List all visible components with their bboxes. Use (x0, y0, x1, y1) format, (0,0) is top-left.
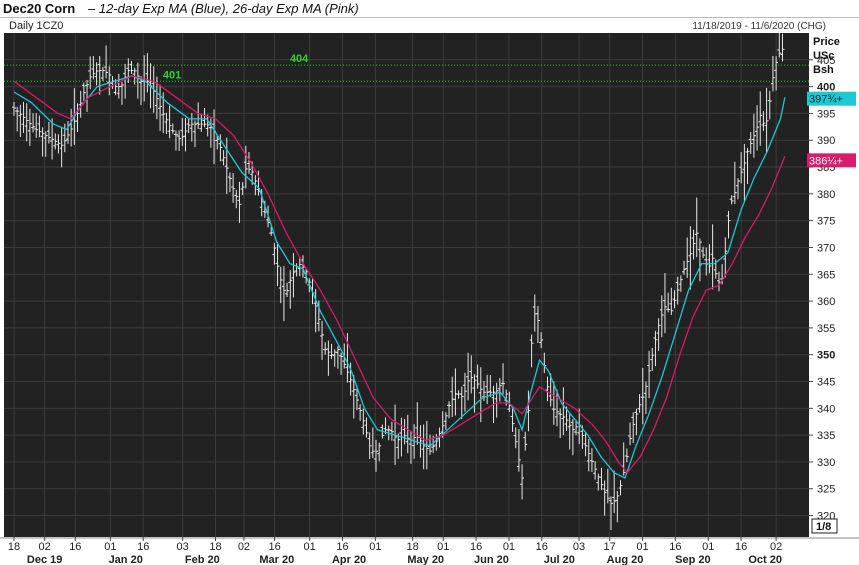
x-tick-label: 16 (536, 541, 548, 553)
price-label-3: Bsh (813, 64, 834, 76)
y-tick-label: 350 (817, 350, 835, 362)
reference-line-label: 401 (163, 69, 181, 81)
y-tick-label: 380 (817, 189, 835, 201)
x-tick-label: 18 (8, 541, 20, 553)
x-tick-label: 16 (268, 541, 280, 553)
reference-line-label: 404 (290, 53, 309, 65)
chart-title: Dec20 Corn (3, 1, 76, 16)
month-label: Jan 20 (109, 554, 143, 565)
month-label: Oct 20 (748, 554, 782, 565)
x-tick-label: 01 (636, 541, 648, 553)
price-label-2: USc (813, 50, 834, 62)
x-tick-label: 16 (137, 541, 149, 553)
y-tick-label: 340 (817, 403, 835, 415)
x-tick-label: 01 (437, 541, 449, 553)
x-tick-label: 16 (669, 541, 681, 553)
x-tick-label: 01 (369, 541, 381, 553)
x-tick-label: 02 (770, 541, 782, 553)
price-label-1: Price (813, 36, 840, 48)
x-tick-label: 01 (702, 541, 714, 553)
plot-area (4, 33, 809, 537)
x-tick-label: 02 (39, 541, 51, 553)
last-value-label: 386¼+ (809, 155, 843, 167)
x-tick-label: 01 (104, 541, 116, 553)
month-label: Feb 20 (185, 554, 220, 565)
fraction-label: 1/8 (816, 521, 831, 533)
title-bar: Dec20 Corn – 12-day Exp MA (Blue), 26-da… (0, 0, 859, 18)
price-chart: 404401 320325330335340345350355360365370… (0, 18, 859, 565)
x-tick-label: 18 (406, 541, 418, 553)
month-label: Aug 20 (607, 554, 644, 565)
month-label: Dec 19 (27, 554, 62, 565)
y-tick-label: 375 (817, 216, 835, 228)
y-tick-label: 360 (817, 296, 835, 308)
x-tick-label: 17 (604, 541, 616, 553)
x-tick-label: 03 (573, 541, 585, 553)
month-label: Mar 20 (259, 554, 294, 565)
month-label: Sep 20 (675, 554, 710, 565)
x-tick-label: 02 (238, 541, 250, 553)
y-tick-label: 325 (817, 484, 835, 496)
last-value-label: 397¾+ (809, 94, 843, 106)
month-label: May 20 (407, 554, 444, 565)
x-tick-label: 01 (304, 541, 316, 553)
x-tick-label: 16 (69, 541, 81, 553)
x-tick-label: 16 (470, 541, 482, 553)
y-tick-label: 345 (817, 377, 835, 389)
month-label: Jun 20 (474, 554, 509, 565)
panel-label: Daily 1CZ0 (9, 20, 63, 32)
month-label: Jul 20 (544, 554, 575, 565)
y-tick-label: 370 (817, 242, 835, 254)
y-tick-label: 330 (817, 457, 835, 469)
y-tick-label: 365 (817, 269, 835, 281)
chart-subtitle: – 12-day Exp MA (Blue), 26-day Exp MA (P… (88, 1, 359, 16)
month-label: Apr 20 (332, 554, 366, 565)
x-tick-label: 16 (336, 541, 348, 553)
y-tick-label: 395 (817, 108, 835, 120)
x-tick-label: 16 (735, 541, 747, 553)
x-tick-label: 18 (209, 541, 221, 553)
x-tick-label: 01 (503, 541, 515, 553)
y-tick-label: 335 (817, 430, 835, 442)
y-tick-label: 390 (817, 135, 835, 147)
y-tick-label: 355 (817, 323, 835, 335)
x-tick-label: 03 (177, 541, 189, 553)
date-range-label: 11/18/2019 - 11/6/2020 (CHG) (692, 21, 826, 32)
